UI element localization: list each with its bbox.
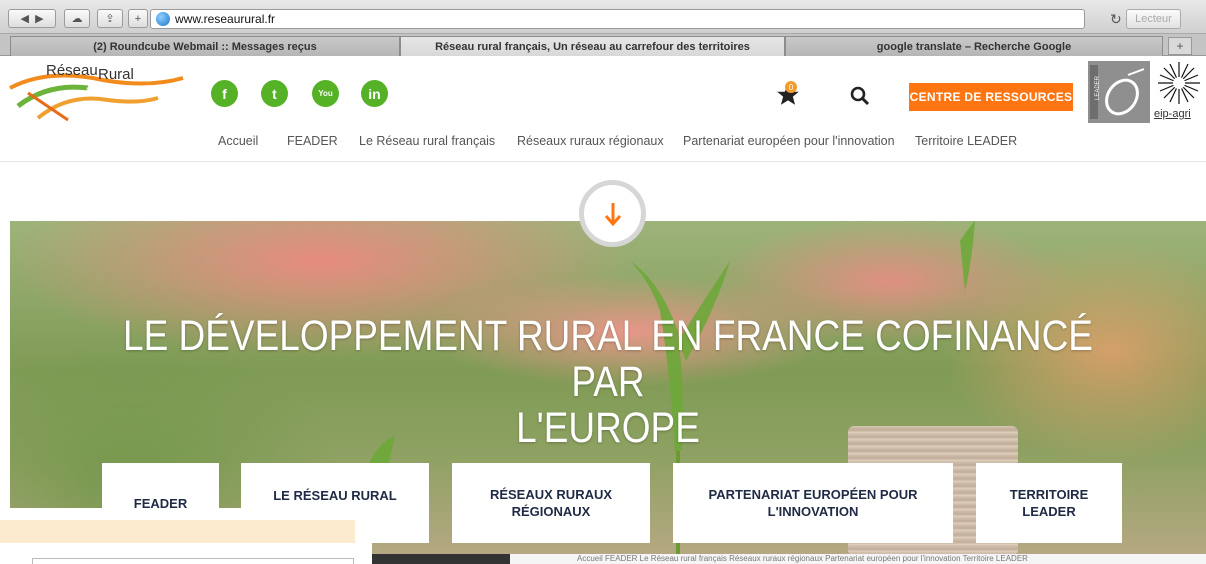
main-nav: Accueil FEADER Le Réseau rural français … [0,134,1206,154]
facebook-icon[interactable]: f [211,80,238,107]
reload-icon[interactable]: ↻ [1110,11,1122,28]
address-text: www.reseaurural.fr [175,12,276,26]
overlay-window-fragment [0,508,372,564]
arrow-down-icon [604,202,621,226]
footer-nav-text: Accueil FEADER Le Réseau rural français … [577,554,1028,563]
address-bar[interactable]: www.reseaurural.fr [150,9,1085,29]
eip-agri-logo[interactable]: eip-agri [1152,60,1206,126]
plus-icon: + [134,12,142,25]
add-bookmark-button[interactable]: + [128,9,148,28]
eip-sunburst-icon [1158,62,1200,104]
leader-logo-text: LEADER [1095,75,1102,101]
logo-rural-text: Rural [98,66,134,83]
logo-years-text: 2014 - 2020 [68,106,127,118]
back-icon[interactable]: ◀ [20,12,28,25]
eip-logo-text: eip-agri [1154,108,1191,120]
cloud-icon: ☁ [71,13,83,25]
tab-google-translate[interactable]: google translate – Recherche Google [785,36,1163,56]
logo-reseau-text: Réseau [46,62,98,79]
leader-logo[interactable]: LEADER [1088,61,1150,123]
nav-item-reseaux-ruraux-regionaux[interactable]: Réseaux ruraux régionaux [517,134,664,148]
footer-nav-fragment: Accueil FEADER Le Réseau rural français … [372,554,1206,564]
reader-button[interactable]: Lecteur [1126,9,1181,29]
search-icon[interactable] [850,86,870,106]
browser-toolbar: ◀ ▶ ☁ ⇪ + www.reseaurural.fr ↻ Lecteur [0,0,1206,34]
icloud-button[interactable]: ☁ [64,9,90,28]
new-tab-button[interactable]: + [1168,37,1192,55]
twitter-icon[interactable]: t [261,80,288,107]
nav-item-accueil[interactable]: Accueil [218,134,258,148]
back-forward-buttons[interactable]: ◀ ▶ [8,9,56,28]
forward-icon[interactable]: ▶ [35,12,43,25]
globe-icon [156,12,170,26]
tab-bar: (2) Roundcube Webmail :: Messages reçus … [0,34,1206,56]
logo-francais-text: Français [86,86,121,96]
footer-dark-block [372,554,510,564]
hero-title-line2: L'EUROPE [516,404,700,452]
share-icon: ⇪ [105,13,115,25]
overlay-highlight-band [0,520,355,543]
resource-center-button[interactable]: CENTRE DE RESSOURCES [909,83,1073,111]
tile-reseaux-ruraux-regionaux[interactable]: RÉSEAUX RURAUX RÉGIONAUX [452,463,650,543]
tile-territoire-leader[interactable]: TERRITOIRE LEADER [976,463,1122,543]
site-header: Réseau Rural Français 2014 - 2020 f t Yo… [0,56,1206,162]
overlay-input-field[interactable] [32,558,354,564]
scroll-down-button[interactable] [579,180,646,247]
hero-title-line1: LE DÉVELOPPEMENT RURAL EN FRANCE COFINAN… [123,312,1093,406]
tab-reseau-rural[interactable]: Réseau rural français, Un réseau au carr… [400,36,785,56]
nav-item-territoire-leader[interactable]: Territoire LEADER [915,134,1017,148]
tab-roundcube[interactable]: (2) Roundcube Webmail :: Messages reçus [10,36,400,56]
nav-item-partenariat-europeen[interactable]: Partenariat européen pour l'innovation [683,134,895,148]
nav-item-reseau-rural-francais[interactable]: Le Réseau rural français [359,134,495,148]
site-logo[interactable]: Réseau Rural Français 2014 - 2020 [8,58,198,126]
linkedin-icon[interactable]: in [361,80,388,107]
favorites-count-badge: 0 [785,81,797,93]
share-button[interactable]: ⇪ [97,9,123,28]
youtube-icon[interactable]: You [312,80,339,107]
tile-partenariat-europeen[interactable]: PARTENARIAT EUROPÉEN POUR L'INNOVATION [673,463,953,543]
hero-title: LE DÉVELOPPEMENT RURAL EN FRANCE COFINAN… [94,313,1123,451]
nav-item-feader[interactable]: FEADER [287,134,338,148]
